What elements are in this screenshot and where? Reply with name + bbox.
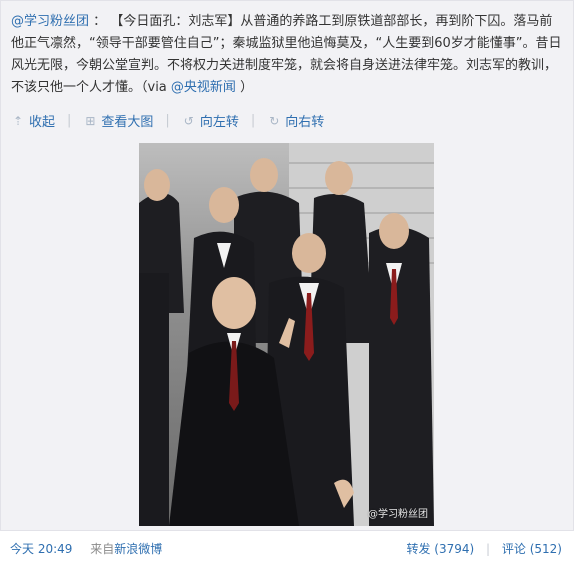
comment-button[interactable]: 评论 (512) <box>502 542 562 556</box>
post-source: 来自新浪微博 <box>90 542 162 556</box>
divider: | <box>250 113 256 128</box>
rotate-left-button[interactable]: ↺ 向左转 <box>182 111 239 131</box>
via-link[interactable]: @央视新闻 <box>171 80 236 95</box>
rotate-right-button[interactable]: ↻ 向右转 <box>267 111 325 131</box>
post-footer: 今天 20:49 来自新浪微博 转发 (3794) | 评论 (512) <box>10 540 562 557</box>
collapse-icon: ⇡ <box>12 113 24 128</box>
repost-box: @学习粉丝团 ： 【今日面孔：刘志军】从普通的养路工到原铁道部部长，再到阶下囚。… <box>0 0 574 531</box>
divider: | <box>486 542 491 556</box>
view-large-label: 查看大图 <box>101 115 154 130</box>
magnify-icon: ⊞ <box>85 113 96 128</box>
source-prefix: 来自 <box>90 542 115 556</box>
divider: | <box>165 113 170 128</box>
rotate-left-label: 向左转 <box>199 115 239 130</box>
rotate-right-icon: ↻ <box>269 113 280 128</box>
post-text: @学习粉丝团 ： 【今日面孔：刘志军】从普通的养路工到原铁道部部长，再到阶下囚。… <box>11 11 563 99</box>
rotate-right-label: 向右转 <box>285 115 325 130</box>
post-photo[interactable]: @学习粉丝团 <box>139 143 434 526</box>
photo-watermark: @学习粉丝团 <box>368 509 428 520</box>
divider: | <box>67 113 72 128</box>
repost-button[interactable]: 转发 (3794) <box>406 542 474 556</box>
collapse-label: 收起 <box>29 115 56 130</box>
author-mention[interactable]: @学习粉丝团 <box>11 14 89 29</box>
post-time[interactable]: 今天 20:49 <box>10 542 72 556</box>
source-link[interactable]: 新浪微博 <box>114 542 162 556</box>
image-actions: ⇡ 收起 | ⊞ 查看大图 | ↺ 向左转 | ↻ 向右转 <box>11 111 324 130</box>
rotate-left-icon: ↺ <box>183 113 194 128</box>
post-close: ） <box>240 80 254 95</box>
collapse-button[interactable]: ⇡ 收起 <box>11 111 56 131</box>
view-large-button[interactable]: ⊞ 查看大图 <box>83 111 154 131</box>
weibo-card: @学习粉丝团 ： 【今日面孔：刘志军】从普通的养路工到原铁道部部长，再到阶下囚。… <box>0 0 576 563</box>
photo-illustration <box>139 143 434 526</box>
colon: ： <box>93 14 107 29</box>
post-stats: 转发 (3794) | 评论 (512) <box>406 540 562 557</box>
